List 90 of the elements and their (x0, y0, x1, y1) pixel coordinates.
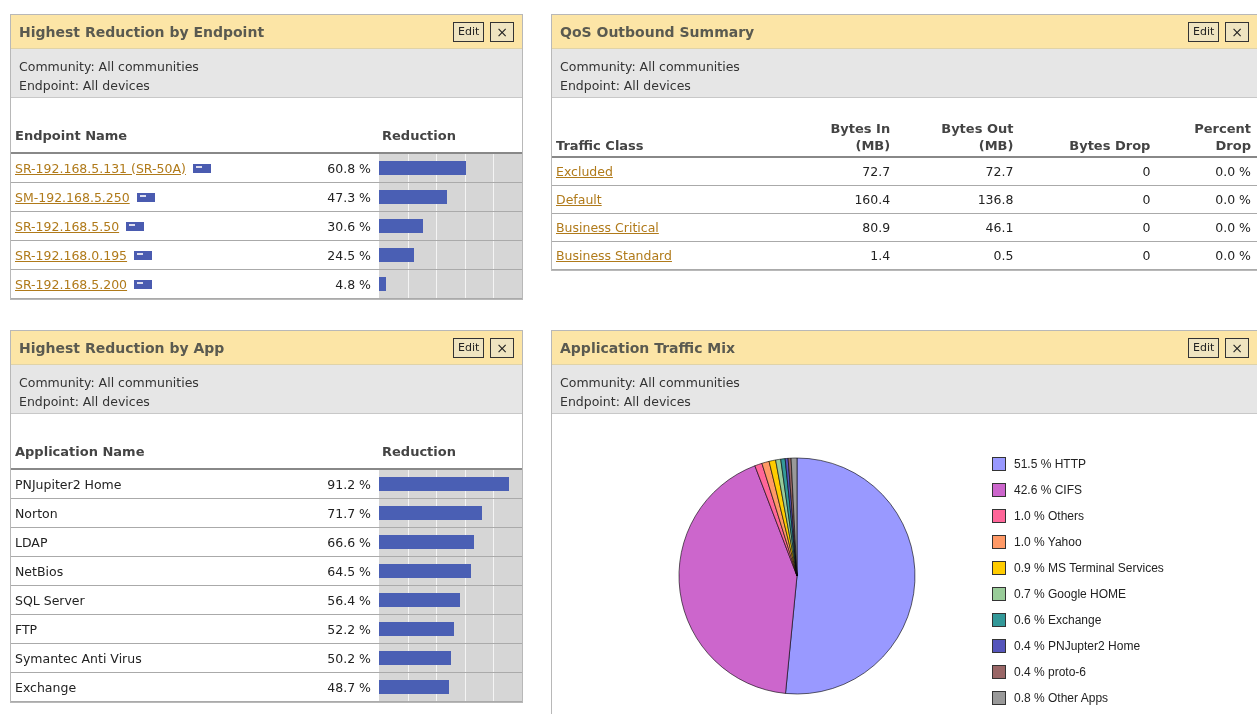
table-cell: 0 (1142, 220, 1151, 235)
column-header: Application Name (14, 444, 146, 459)
column-header: Traffic Class (552, 116, 790, 157)
endpoint-link[interactable]: SR-192.168.0.195 (15, 247, 128, 263)
table-cell: 46.1 (985, 220, 1014, 235)
reduction-value: 50.2 % (326, 650, 372, 666)
table-cell: 0.0 % (1215, 248, 1251, 263)
endpoint-link[interactable]: SR-192.168.5.200 (15, 276, 128, 292)
legend-label: 0.4 % PNJupter2 Home (1014, 639, 1141, 653)
table-cell: 72.7 (862, 164, 891, 179)
traffic-class-link[interactable]: Excluded (556, 164, 613, 179)
column-header: Bytes In (MB) (790, 116, 895, 157)
legend-label: 42.6 % CIFS (1014, 483, 1083, 497)
reduction-value: 47.3 % (326, 189, 372, 205)
table-cell: 0 (1142, 164, 1151, 179)
column-header: Endpoint Name (14, 128, 129, 143)
legend-label: 0.9 % MS Terminal Services (1014, 561, 1164, 575)
filter-text: Endpoint: All devices (560, 394, 691, 409)
application-name: Norton (15, 505, 58, 521)
panel-title: Highest Reduction by Endpoint (19, 23, 265, 40)
reduction-value: 24.5 % (326, 247, 372, 263)
device-icon (136, 192, 155, 202)
traffic-class-link[interactable]: Business Standard (556, 248, 672, 263)
filter-text: Community: All communities (560, 59, 740, 74)
close-button[interactable]: × (490, 21, 514, 42)
application-name: NetBios (15, 563, 64, 579)
close-button[interactable]: × (490, 337, 514, 358)
close-button[interactable]: × (1225, 337, 1249, 358)
filter-text: Community: All communities (19, 375, 199, 390)
filter-text: Endpoint: All devices (19, 78, 150, 93)
legend-label: 0.8 % Other Apps (1014, 691, 1109, 705)
legend-label: 0.4 % proto-6 (1014, 665, 1087, 679)
close-button[interactable]: × (1225, 21, 1249, 42)
legend-label: 0.7 % Google HOME (1014, 587, 1127, 601)
table-cell: 0.5 (993, 248, 1014, 263)
reduction-value: 52.2 % (326, 621, 372, 637)
endpoint-link[interactable]: SR-192.168.5.131 (SR-50A) (15, 160, 186, 176)
legend-label: 0.6 % Exchange (1014, 613, 1102, 627)
panel-title: QoS Outbound Summary (560, 23, 755, 40)
table-cell: 0.0 % (1215, 164, 1251, 179)
device-icon (126, 221, 145, 231)
reduction-value: 91.2 % (326, 476, 372, 492)
filter-text: Endpoint: All devices (19, 394, 150, 409)
device-icon (192, 163, 211, 173)
device-icon (134, 250, 153, 260)
edit-button[interactable]: Edit (452, 21, 485, 42)
reduction-value: 48.7 % (326, 679, 372, 695)
legend-label: 1.0 % Yahoo (1014, 535, 1082, 549)
table-cell: 160.4 (854, 192, 891, 207)
reduction-value: 56.4 % (326, 592, 372, 608)
reduction-value: 4.8 % (334, 276, 372, 292)
reduction-value: 71.7 % (326, 505, 372, 521)
reduction-value: 60.8 % (326, 160, 372, 176)
column-header: Bytes Drop (1017, 116, 1155, 157)
table-cell: 0 (1142, 192, 1151, 207)
reduction-value: 30.6 % (326, 218, 372, 234)
traffic-class-link[interactable]: Business Critical (556, 220, 659, 235)
edit-button[interactable]: Edit (1187, 21, 1220, 42)
filter-text: Community: All communities (560, 375, 740, 390)
application-name: Symantec Anti Virus (15, 650, 142, 666)
traffic-class-link[interactable]: Default (556, 192, 602, 207)
reduction-value: 64.5 % (326, 563, 372, 579)
panel-title: Application Traffic Mix (560, 339, 736, 356)
table-cell: 0 (1142, 248, 1151, 263)
table-cell: 1.4 (870, 248, 891, 263)
application-name: Exchange (15, 679, 77, 695)
table-cell: 0.0 % (1215, 220, 1251, 235)
legend-label: 1.0 % Others (1014, 509, 1085, 523)
reduction-value: 66.6 % (326, 534, 372, 550)
edit-button[interactable]: Edit (452, 337, 485, 358)
column-header: Reduction (381, 444, 457, 459)
table-cell: 0.0 % (1215, 192, 1251, 207)
table-cell: 80.9 (862, 220, 891, 235)
application-name: LDAP (15, 534, 48, 550)
column-header: Percent Drop (1154, 116, 1257, 157)
application-name: FTP (15, 621, 38, 637)
column-header: Reduction (381, 128, 457, 143)
device-icon (134, 279, 153, 289)
column-header: Bytes Out (MB) (894, 116, 1018, 157)
edit-button[interactable]: Edit (1187, 337, 1220, 358)
legend-label: 51.5 % HTTP (1014, 457, 1087, 471)
application-name: PNJupiter2 Home (15, 476, 122, 492)
filter-text: Community: All communities (19, 59, 199, 74)
table-cell: 72.7 (985, 164, 1014, 179)
filter-text: Endpoint: All devices (560, 78, 691, 93)
panel-title: Highest Reduction by App (19, 339, 225, 356)
endpoint-link[interactable]: SR-192.168.5.50 (15, 218, 120, 234)
application-name: SQL Server (15, 592, 85, 608)
table-cell: 136.8 (977, 192, 1014, 207)
endpoint-link[interactable]: SM-192.168.5.250 (15, 189, 130, 205)
